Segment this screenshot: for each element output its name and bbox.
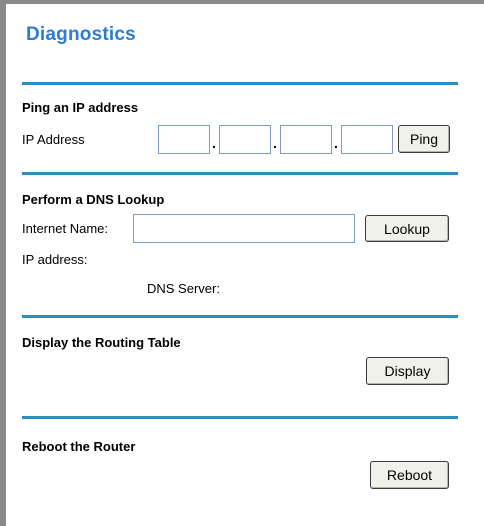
section-divider — [22, 172, 458, 175]
ip-octet-4-input[interactable] — [341, 125, 393, 154]
page-title: Diagnostics — [26, 24, 136, 45]
internet-name-input[interactable] — [133, 214, 355, 243]
routing-heading: Display the Routing Table — [22, 335, 181, 350]
ip-octet-3-input[interactable] — [280, 125, 332, 154]
lookup-button[interactable]: Lookup — [365, 215, 449, 242]
ip-octet-2-input[interactable] — [219, 125, 271, 154]
page-frame: Diagnostics Ping an IP address IP Addres… — [0, 0, 484, 526]
ping-heading: Ping an IP address — [22, 100, 139, 115]
dns-heading: Perform a DNS Lookup — [22, 192, 165, 207]
ping-button[interactable]: Ping — [398, 125, 450, 153]
internet-name-label: Internet Name: — [22, 221, 108, 236]
ip-octet-1-input[interactable] — [158, 125, 210, 154]
section-divider — [22, 82, 458, 85]
ip-octet-separator: . — [273, 135, 277, 151]
reboot-heading: Reboot the Router — [22, 439, 136, 454]
display-button[interactable]: Display — [366, 357, 449, 385]
section-divider — [22, 416, 458, 419]
dns-server-label: DNS Server: — [147, 281, 220, 296]
ip-octet-separator: . — [212, 135, 216, 151]
ip-address-label: IP Address — [22, 132, 85, 147]
ip-octet-separator: . — [334, 135, 338, 151]
reboot-button[interactable]: Reboot — [370, 461, 449, 489]
section-divider — [22, 315, 458, 318]
dns-ip-address-label: IP address: — [22, 252, 88, 267]
